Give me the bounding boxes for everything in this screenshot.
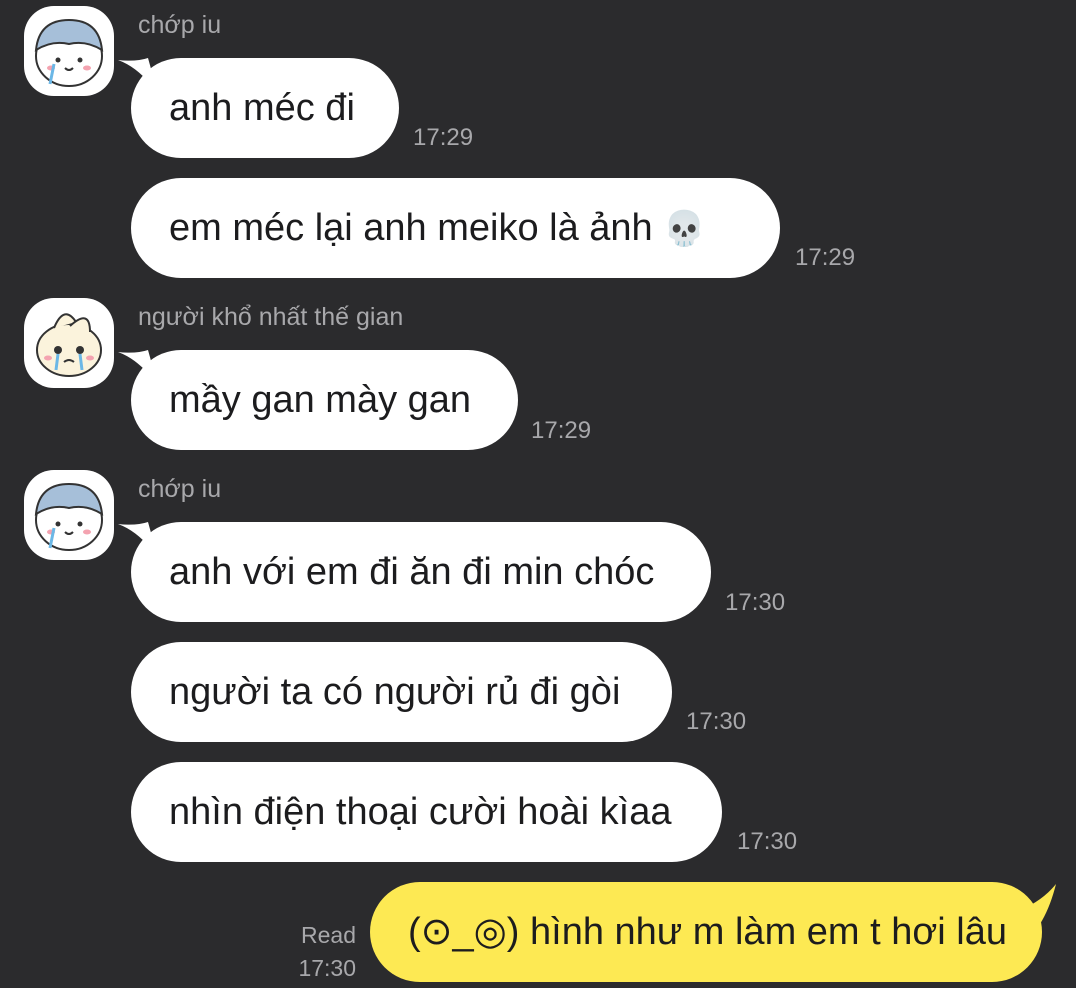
avatar-chop-iu[interactable] (24, 470, 114, 560)
message-text: người ta có người rủ đi gòi (169, 671, 621, 713)
read-receipt: Read (301, 922, 356, 948)
message-text: anh méc đi (169, 87, 355, 129)
my-message-bubble[interactable]: (⊙_◎) hình như m làm em t hơi lâu (370, 882, 1042, 982)
message-time: 17:30 (686, 708, 747, 735)
message-bubble[interactable]: mầy gan mày gan (131, 350, 518, 450)
skull-emoji: 💀 (663, 209, 706, 249)
crying-bunny-avatar-icon (36, 313, 102, 377)
message-text: nhìn điện thoại cười hoài kìaa (169, 791, 672, 833)
message-text: anh với em đi ăn đi min chóc (169, 551, 655, 593)
sender-name: người khổ nhất thế gian (138, 303, 404, 331)
message-bubble[interactable]: anh méc đi (131, 58, 399, 158)
message-bubble[interactable]: người ta có người rủ đi gòi (131, 642, 672, 742)
message-text: mầy gan mày gan (169, 379, 472, 421)
message-time: 17:29 (795, 244, 856, 271)
message-time: 17:30 (737, 828, 798, 855)
avatar-nguoi-kho-nhat-the-gian[interactable] (24, 298, 114, 388)
avatar-chop-iu[interactable] (24, 6, 114, 96)
message-time: 17:29 (413, 124, 474, 151)
sender-name: chớp iu (138, 475, 222, 503)
message-time: 17:29 (531, 417, 592, 444)
message-bubble[interactable]: em méc lại anh meiko là ảnh 💀 (131, 178, 780, 278)
message-text: em méc lại anh meiko là ảnh (169, 207, 653, 249)
message-bubble[interactable]: anh với em đi ăn đi min chóc (131, 522, 711, 622)
message-bubble[interactable]: nhìn điện thoại cười hoài kìaa (131, 762, 722, 862)
crying-blue-hat-avatar-icon (34, 18, 104, 87)
crying-blue-hat-avatar-icon (34, 482, 104, 551)
message-text: (⊙_◎) hình như m làm em t hơi lâu (408, 911, 1008, 953)
message-time: 17:30 (725, 589, 786, 616)
message-time: 17:30 (298, 955, 356, 981)
sender-name: chớp iu (138, 11, 222, 39)
